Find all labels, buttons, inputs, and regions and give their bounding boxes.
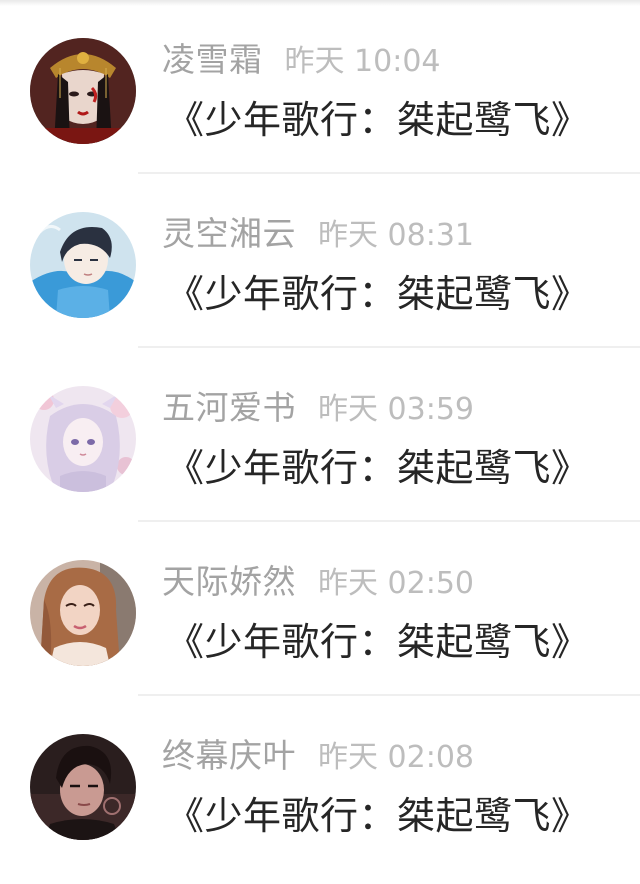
- comment-meta: 五河爱书 昨天 03:59: [162, 388, 474, 428]
- avatar[interactable]: [30, 38, 136, 144]
- avatar[interactable]: [30, 386, 136, 492]
- username[interactable]: 灵空湘云: [162, 214, 296, 253]
- comment-text: 《少年歌行：桀起鹭飞》: [166, 272, 590, 316]
- timestamp: 昨天 02:50: [318, 566, 474, 601]
- timestamp: 昨天 02:08: [318, 740, 474, 775]
- timestamp: 昨天 08:31: [318, 218, 474, 253]
- username[interactable]: 五河爱书: [162, 388, 296, 427]
- comment-text: 《少年歌行：桀起鹭飞》: [166, 98, 590, 142]
- comment-item[interactable]: 天际娇然 昨天 02:50 《少年歌行：桀起鹭飞》: [0, 522, 640, 696]
- avatar[interactable]: [30, 212, 136, 318]
- avatar-photo-woman-image: [30, 560, 136, 666]
- username[interactable]: 天际娇然: [162, 562, 296, 601]
- username[interactable]: 凌雪霜: [162, 40, 263, 79]
- avatar-anime-boy-image: [30, 212, 136, 318]
- comment-meta: 终幕庆叶 昨天 02:08: [162, 736, 474, 776]
- comment-item[interactable]: 终幕庆叶 昨天 02:08 《少年歌行：桀起鹭飞》: [0, 696, 640, 870]
- comment-meta: 灵空湘云 昨天 08:31: [162, 214, 474, 254]
- comment-item[interactable]: 凌雪霜 昨天 10:04 《少年歌行：桀起鹭飞》: [0, 0, 640, 174]
- avatar-woman-headdress-image: [30, 38, 136, 144]
- comment-item[interactable]: 灵空湘云 昨天 08:31 《少年歌行：桀起鹭飞》: [0, 174, 640, 348]
- comment-text: 《少年歌行：桀起鹭飞》: [166, 794, 590, 838]
- timestamp: 昨天 10:04: [284, 44, 441, 79]
- username[interactable]: 终幕庆叶: [162, 736, 296, 775]
- comment-text: 《少年歌行：桀起鹭飞》: [166, 446, 590, 490]
- avatar[interactable]: [30, 560, 136, 666]
- avatar[interactable]: [30, 734, 136, 840]
- comment-item[interactable]: 五河爱书 昨天 03:59 《少年歌行：桀起鹭飞》: [0, 348, 640, 522]
- comment-meta: 天际娇然 昨天 02:50: [162, 562, 474, 602]
- comment-meta: 凌雪霜 昨天 10:04: [162, 40, 441, 80]
- avatar-dark-anime-boy-image: [30, 734, 136, 840]
- avatar-anime-girl-lilac-image: [30, 386, 136, 492]
- timestamp: 昨天 03:59: [318, 392, 474, 427]
- comment-text: 《少年歌行：桀起鹭飞》: [166, 620, 590, 664]
